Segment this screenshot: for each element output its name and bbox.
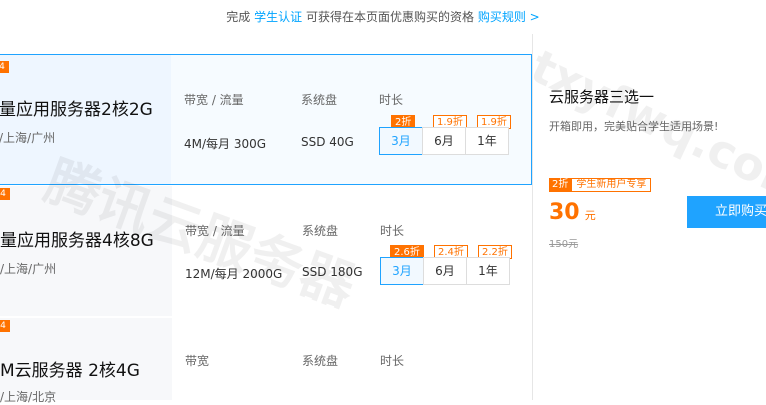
disk-header: 系统盘 [302, 224, 339, 238]
purchase-panel: 云服务器三选一 开箱即用，完美贴合学生适用场景! 2折 学生新用户专享 30 元 … [533, 34, 766, 400]
product-region: /上海/广州 [0, 131, 56, 145]
product-card-1[interactable]: 4 量应用服务器2核2G /上海/广州 带宽 / 流量 4M/每月 300G 系… [0, 54, 532, 185]
bandwidth-header: 带宽 [185, 354, 210, 368]
corner-tag: 4 [0, 188, 10, 200]
duration-option-6m[interactable]: 6月 [422, 127, 466, 155]
panel-title: 云服务器三选一 [549, 88, 655, 106]
disk-value: SSD 180G [302, 265, 363, 279]
disk-value: SSD 40G [301, 135, 354, 149]
price: 30 元 [549, 200, 596, 225]
corner-tag: 4 [0, 320, 10, 332]
price-unit: 元 [584, 209, 596, 222]
disk-header: 系统盘 [301, 93, 338, 107]
bandwidth-value: 4M/每月 300G [184, 137, 267, 151]
bandwidth-header: 带宽 / 流量 [184, 93, 244, 107]
promo-badge: 学生新用户专享 [571, 178, 652, 192]
panel-subtitle: 开箱即用，完美贴合学生适用场景! [549, 120, 719, 133]
duration-option-3m[interactable]: 3月 [380, 257, 424, 285]
duration-header: 时长 [380, 354, 405, 368]
corner-tag: 4 [0, 61, 9, 73]
student-verify-link[interactable]: 学生认证 [254, 10, 302, 24]
student-verify-banner: 完成 学生认证 可获得在本页面优惠购买的资格 购买规则 > [0, 0, 766, 34]
disk-header: 系统盘 [302, 354, 339, 368]
original-price: 150元 [549, 239, 579, 250]
duration-option-1y[interactable]: 1年 [466, 257, 510, 285]
product-card-2[interactable]: 4 量应用服务器4核8G /上海/广州 带宽 / 流量 12M/每月 2000G… [0, 186, 532, 316]
product-card-3[interactable]: 4 M云服务器 2核4G /上海/北京 带宽 系统盘 时长 [0, 318, 532, 404]
product-name: 量应用服务器2核2G [0, 100, 153, 120]
duration-option-1y[interactable]: 1年 [465, 127, 509, 155]
promo-tags: 2折 学生新用户专享 [549, 178, 652, 192]
banner-prefix: 完成 [226, 10, 251, 24]
price-value: 30 [549, 200, 580, 225]
duration-header: 时长 [380, 224, 405, 238]
duration-option-6m[interactable]: 6月 [423, 257, 467, 285]
product-region: /上海/北京 [0, 390, 57, 404]
duration-option-3m[interactable]: 3月 [379, 127, 423, 155]
bandwidth-value: 12M/每月 2000G [185, 267, 283, 281]
product-name: 量应用服务器4核8G [0, 231, 154, 251]
banner-middle: 可获得在本页面优惠购买的资格 [305, 10, 474, 24]
purchase-rules-link[interactable]: 购买规则 > [478, 10, 540, 24]
bandwidth-header: 带宽 / 流量 [185, 224, 245, 238]
duration-header: 时长 [379, 93, 404, 107]
discount-badge: 2折 [549, 178, 572, 192]
product-card-side [0, 186, 172, 316]
product-name: M云服务器 2核4G [0, 361, 140, 381]
product-region: /上海/广州 [0, 262, 57, 276]
buy-now-button[interactable]: 立即购买 [687, 196, 766, 228]
